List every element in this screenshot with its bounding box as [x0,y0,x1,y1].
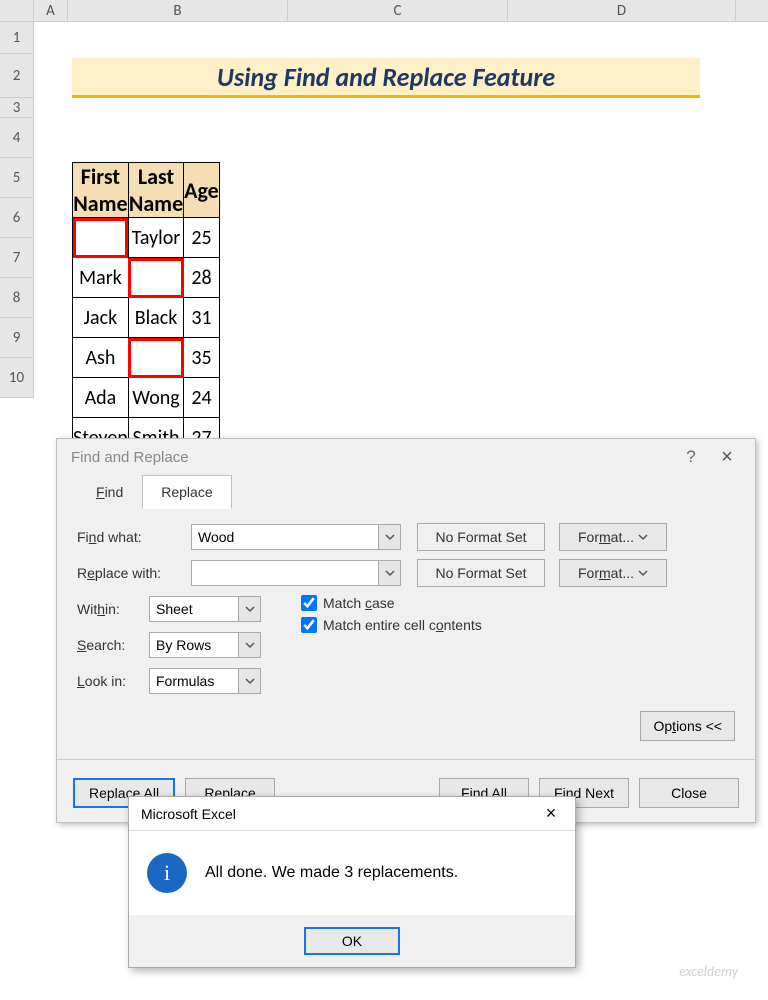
cell-C9[interactable]: Wong [128,378,183,418]
find-what-dropdown[interactable] [379,524,401,550]
cell-D9[interactable]: 24 [184,378,220,418]
lookin-label: Look in: [77,673,143,689]
row-header-3[interactable]: 3 [0,98,33,118]
chevron-down-icon [245,604,255,614]
info-icon: i [147,853,187,893]
table-row: Ash 35 [73,338,220,378]
data-table: First Name Last Name Age Taylor 25 Mark … [72,162,220,458]
message-box: Microsoft Excel × i All done. We made 3 … [128,796,576,968]
cell-C6[interactable] [128,258,183,298]
match-case-checkbox[interactable]: Match case [301,595,482,611]
replace-format-button[interactable]: Format... [559,559,667,587]
header-age[interactable]: Age [184,163,220,218]
chevron-down-icon [385,532,395,542]
table-row: Taylor 25 [73,218,220,258]
row-header-6[interactable]: 6 [0,198,33,238]
cell-B8[interactable]: Ash [73,338,129,378]
cell-D8[interactable]: 35 [184,338,220,378]
tab-find[interactable]: Find [77,475,142,509]
within-label: Within: [77,601,143,617]
replace-with-input[interactable] [191,560,379,586]
chevron-down-icon [638,532,648,542]
row-header-2[interactable]: 2 [0,54,33,98]
row-header-9[interactable]: 9 [0,318,33,358]
chevron-down-icon [638,568,648,578]
cell-B5[interactable] [73,218,129,258]
within-select[interactable] [149,596,239,622]
search-label: Search: [77,637,143,653]
find-replace-dialog: Find and Replace ? × Find Replace Find w… [56,438,756,823]
row-header-10[interactable]: 10 [0,358,33,398]
col-header-C[interactable]: C [288,0,508,21]
row-header-1[interactable]: 1 [0,22,33,54]
cell-B7[interactable]: Jack [73,298,129,338]
col-header-A[interactable]: A [34,0,68,21]
find-what-input[interactable] [191,524,379,550]
msgbox-close-button[interactable]: × [531,799,571,829]
close-button[interactable]: Close [639,778,739,808]
cell-B6[interactable]: Mark [73,258,129,298]
tab-replace[interactable]: Replace [142,475,231,509]
row-header-4[interactable]: 4 [0,118,33,158]
search-select[interactable] [149,632,239,658]
table-row: Mark 28 [73,258,220,298]
search-dropdown[interactable] [239,632,261,658]
dialog-title: Find and Replace [71,449,675,466]
replace-with-dropdown[interactable] [379,560,401,586]
row-header-5[interactable]: 5 [0,158,33,198]
options-button[interactable]: Options << [640,711,735,741]
row-header-8[interactable]: 8 [0,278,33,318]
chevron-down-icon [385,568,395,578]
col-header-D[interactable]: D [508,0,736,21]
cell-D6[interactable]: 28 [184,258,220,298]
replace-format-preview: No Format Set [417,559,545,587]
cell-C8[interactable] [128,338,183,378]
ok-button[interactable]: OK [304,927,400,955]
header-first-name[interactable]: First Name [73,163,129,218]
lookin-dropdown[interactable] [239,668,261,694]
find-what-label: Find what: [77,529,185,545]
cell-B9[interactable]: Ada [73,378,129,418]
chevron-down-icon [245,676,255,686]
cell-C5[interactable]: Taylor [128,218,183,258]
cell-D5[interactable]: 25 [184,218,220,258]
match-entire-checkbox[interactable]: Match entire cell contents [301,617,482,633]
msgbox-title: Microsoft Excel [141,806,531,822]
select-all-corner[interactable] [0,0,34,21]
dialog-close-button[interactable]: × [707,446,747,469]
lookin-select[interactable] [149,668,239,694]
table-row: Ada Wong 24 [73,378,220,418]
col-header-B[interactable]: B [68,0,288,21]
replace-with-label: Replace with: [77,565,185,581]
find-format-button[interactable]: Format... [559,523,667,551]
table-row: Jack Black 31 [73,298,220,338]
row-header-7[interactable]: 7 [0,238,33,278]
watermark: exceldemy [679,963,738,980]
cell-D7[interactable]: 31 [184,298,220,338]
cell-C7[interactable]: Black [128,298,183,338]
row-headers: 1 2 3 4 5 6 7 8 9 10 [0,22,34,398]
help-button[interactable]: ? [675,447,707,467]
within-dropdown[interactable] [239,596,261,622]
header-last-name[interactable]: Last Name [128,163,183,218]
msgbox-text: All done. We made 3 replacements. [205,864,458,882]
find-format-preview: No Format Set [417,523,545,551]
column-headers: A B C D [0,0,768,22]
sheet-title-banner: Using Find and Replace Feature [72,58,700,98]
chevron-down-icon [245,640,255,650]
